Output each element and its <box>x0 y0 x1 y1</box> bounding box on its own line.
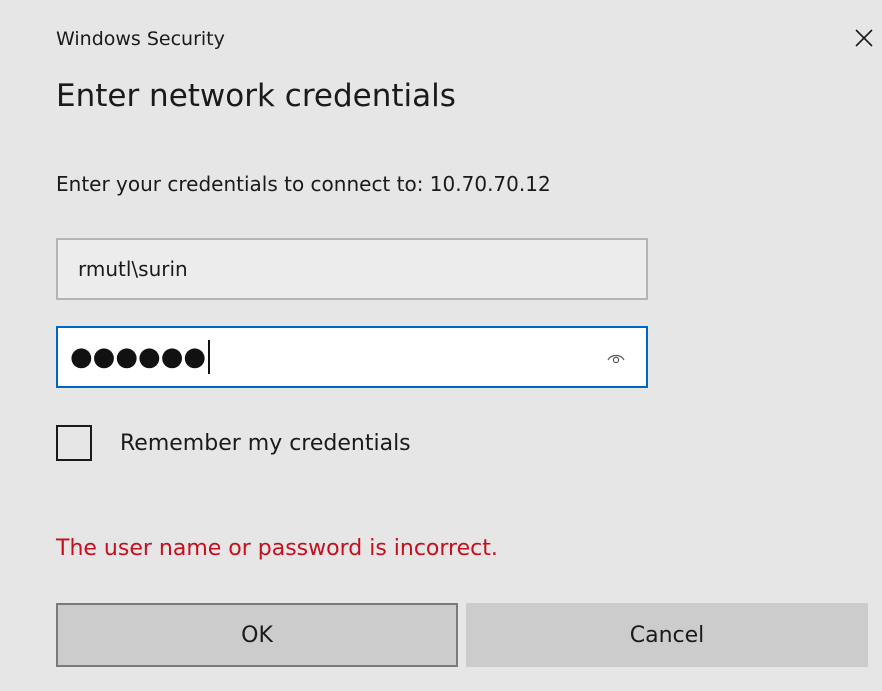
text-caret <box>208 340 211 374</box>
reveal-password-button[interactable] <box>604 346 628 370</box>
password-field[interactable]: ●●●●●● <box>56 326 648 388</box>
dialog-heading: Enter network credentials <box>56 78 456 114</box>
remember-credentials-row[interactable]: Remember my credentials <box>56 425 411 461</box>
credentials-dialog: Windows Security Enter network credentia… <box>0 0 882 691</box>
window-title: Windows Security <box>56 28 225 50</box>
error-message: The user name or password is incorrect. <box>56 536 498 561</box>
password-mask: ●●●●●● <box>70 342 207 372</box>
ok-button[interactable]: OK <box>56 603 458 667</box>
connect-prompt: Enter your credentials to connect to: 10… <box>56 172 551 196</box>
eye-icon <box>607 354 625 364</box>
remember-checkbox[interactable] <box>56 425 92 461</box>
username-value: rmutl\surin <box>78 257 188 281</box>
close-icon <box>855 29 873 47</box>
cancel-button[interactable]: Cancel <box>466 603 868 667</box>
close-button[interactable] <box>846 16 882 60</box>
username-field[interactable]: rmutl\surin <box>56 238 648 300</box>
remember-label: Remember my credentials <box>120 430 411 456</box>
